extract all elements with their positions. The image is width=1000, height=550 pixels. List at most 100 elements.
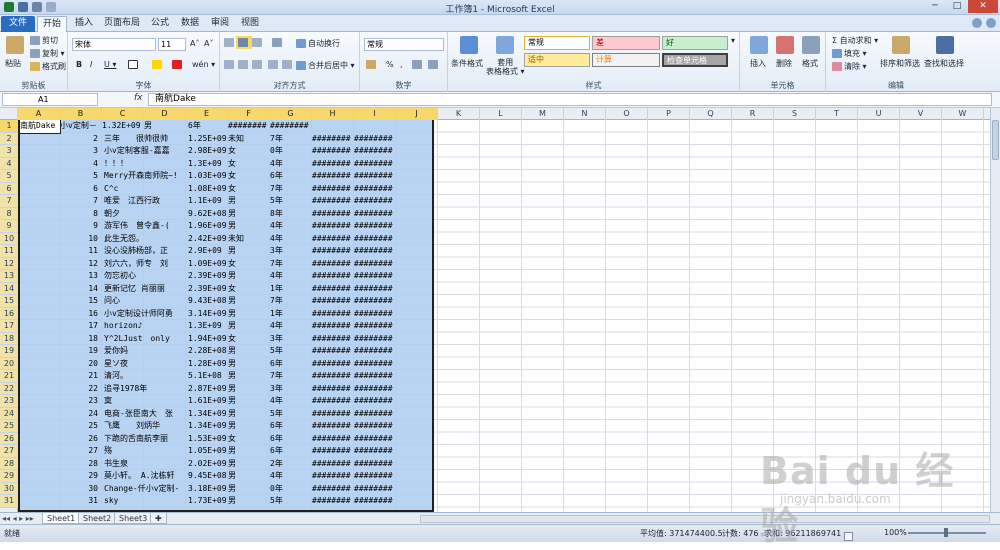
tab-file[interactable]: 文件 (1, 16, 35, 32)
cell-value[interactable]: 11 (60, 245, 102, 258)
cell-value[interactable]: 3 (60, 145, 102, 158)
cell-value[interactable]: ######## (312, 345, 352, 358)
cell-value[interactable]: 2.02E+09 (188, 458, 228, 471)
cell-value[interactable]: 1.73E+09 (188, 495, 228, 508)
cell-value[interactable]: 5年 (270, 495, 310, 508)
cell-value[interactable]: ！！！ (104, 158, 190, 171)
cell-value[interactable]: 9 (60, 220, 102, 233)
cell-value[interactable]: 3.14E+09 (188, 308, 228, 321)
cell-value[interactable]: 5年 (270, 408, 310, 421)
column-header[interactable]: B (60, 108, 102, 120)
cell-value[interactable]: 1.25E+09 (188, 133, 228, 146)
paste-icon[interactable] (6, 36, 24, 54)
fill-color-button[interactable] (152, 60, 164, 69)
row-header[interactable]: 25 (0, 420, 18, 433)
underline-button[interactable]: U ▾ (104, 60, 116, 69)
tab-page-layout[interactable]: 页面布局 (100, 16, 144, 32)
row-header[interactable]: 10 (0, 232, 18, 245)
cell-value[interactable]: 女 (228, 283, 258, 296)
cell-value[interactable]: ######## (312, 183, 352, 196)
row-header[interactable]: 28 (0, 457, 18, 470)
cell-value[interactable]: 男 (228, 458, 258, 471)
cell-value[interactable]: 小v定制－ (60, 120, 100, 133)
tab-view[interactable]: 视图 (236, 16, 264, 32)
row-header[interactable]: 13 (0, 270, 18, 283)
row-header[interactable]: 18 (0, 332, 18, 345)
conditional-format-icon[interactable] (460, 36, 478, 54)
row-header[interactable]: 31 (0, 495, 18, 508)
cell-value[interactable]: 男 (228, 295, 258, 308)
currency-button[interactable] (366, 60, 378, 69)
sheet-tab-3[interactable]: Sheet3 (114, 513, 153, 524)
cell-value[interactable]: 3.18E+09 (188, 483, 228, 496)
cell-value[interactable]: ######## (312, 258, 352, 271)
cell-value[interactable]: ######## (354, 433, 394, 446)
cell-value[interactable]: 4 (60, 158, 102, 171)
cell-value[interactable]: 男 (228, 308, 258, 321)
cell-value[interactable]: C^c (104, 183, 190, 196)
cell-value[interactable]: ######## (312, 195, 352, 208)
row-header[interactable]: 5 (0, 170, 18, 183)
column-header[interactable]: W (942, 108, 984, 120)
column-header[interactable]: I (354, 108, 396, 120)
cell-value[interactable]: ######## (312, 233, 352, 246)
cell-value[interactable]: 唯爱 江西行政 (104, 195, 190, 208)
align-top-button[interactable] (224, 38, 236, 47)
cell-value[interactable]: 1.1E+09 (188, 195, 228, 208)
cell-value[interactable]: 男 (228, 383, 258, 396)
cell-value[interactable]: 7年 (270, 258, 310, 271)
row-header[interactable]: 16 (0, 307, 18, 320)
font-name-select[interactable]: 宋体 (72, 38, 156, 51)
cell-value[interactable]: 16 (60, 308, 102, 321)
font-color-button[interactable] (172, 60, 184, 69)
cell-value[interactable]: 寞 (104, 395, 190, 408)
cell-value[interactable]: 男 (228, 270, 258, 283)
cell-value[interactable]: ######## (312, 358, 352, 371)
row-header[interactable]: 6 (0, 182, 18, 195)
row-header[interactable]: 15 (0, 295, 18, 308)
cell-value[interactable]: 男 (144, 120, 160, 133)
shrink-font-button[interactable]: A˅ (204, 39, 213, 48)
cell-value[interactable]: ######## (270, 120, 310, 133)
cell-value[interactable]: 男 (228, 495, 258, 508)
cell-value[interactable]: 男 (228, 320, 258, 333)
column-header[interactable]: R (732, 108, 774, 120)
name-box[interactable]: A1 (2, 93, 98, 106)
cell-value[interactable]: ######## (312, 170, 352, 183)
row-header[interactable]: 19 (0, 345, 18, 358)
orientation-button[interactable] (272, 38, 284, 47)
number-format-select[interactable]: 常规 (364, 38, 444, 51)
cell-value[interactable]: 游军伟 曾令鑫-( (104, 220, 190, 233)
cell-value[interactable]: ######## (312, 495, 352, 508)
cell-value[interactable]: ######## (354, 383, 394, 396)
cell-value[interactable]: 女 (228, 333, 258, 346)
cell-value[interactable]: 未知 (228, 133, 258, 146)
row-header[interactable]: 27 (0, 445, 18, 458)
sheet-nav-arrows[interactable]: ◂◂ ◂ ▸ ▸▸ (2, 514, 34, 523)
cell-value[interactable]: Y^2LJust only (104, 333, 190, 346)
cell-value[interactable]: 1.96E+09 (188, 220, 228, 233)
cell-value[interactable]: ######## (354, 495, 394, 508)
cell-value[interactable]: 女 (228, 258, 258, 271)
tab-data[interactable]: 数据 (176, 16, 204, 32)
row-header[interactable]: 29 (0, 470, 18, 483)
cell-value[interactable]: 爱你妈 (104, 345, 190, 358)
cell-value[interactable]: 女 (228, 145, 258, 158)
cell-value[interactable]: 31 (60, 495, 102, 508)
align-center-button[interactable] (238, 60, 250, 69)
indent-decrease-button[interactable] (268, 60, 280, 69)
cell-value[interactable]: ######## (312, 333, 352, 346)
cell-value[interactable]: ######## (354, 245, 394, 258)
autosum-button[interactable]: Σ 自动求和 ▾ (832, 35, 878, 46)
cell-value[interactable]: 更新记忆 肖丽丽 (104, 283, 190, 296)
cell-value[interactable]: 朝夕 (104, 208, 190, 221)
cell-value[interactable]: 2.28E+08 (188, 345, 228, 358)
cell-value[interactable]: ######## (312, 433, 352, 446)
cell-value[interactable]: 8年 (270, 208, 310, 221)
cell-value[interactable]: 6年 (270, 170, 310, 183)
clear-button[interactable]: 清除 ▾ (832, 61, 867, 72)
row-header[interactable]: 1 (0, 120, 18, 133)
cell-value[interactable]: ######## (312, 320, 352, 333)
delete-cells-button[interactable]: 删除 (776, 58, 792, 69)
cell-value[interactable]: 2.9E+09 (188, 245, 228, 258)
